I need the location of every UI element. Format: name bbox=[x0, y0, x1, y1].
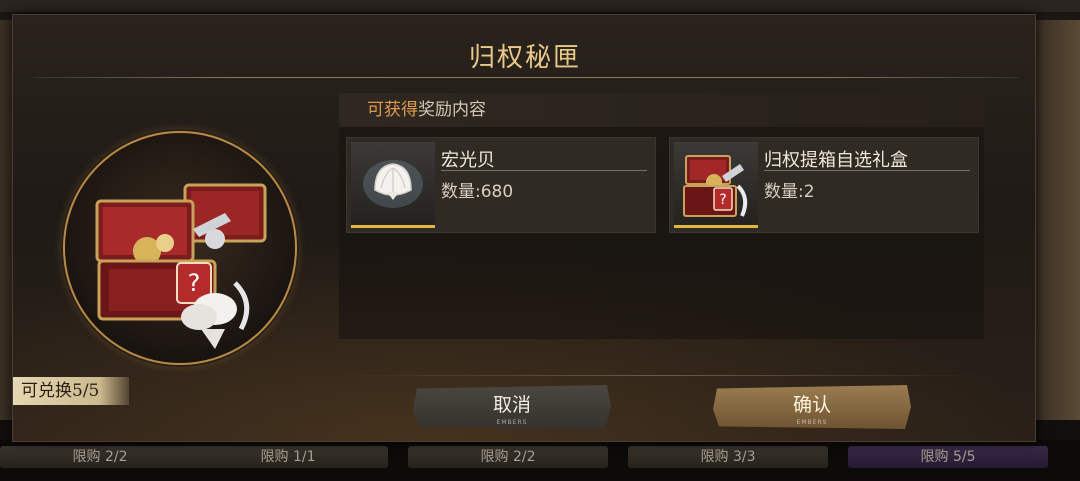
reward-thumb: ? bbox=[674, 142, 758, 228]
footer-divider bbox=[339, 375, 984, 376]
background-right-panel bbox=[1036, 20, 1080, 420]
reward-header-text: 奖励内容 bbox=[418, 100, 486, 120]
reward-item-quantity: 数量:680 bbox=[441, 182, 514, 202]
treasure-chest-icon: ? bbox=[683, 155, 748, 217]
svg-text:?: ? bbox=[188, 269, 201, 297]
reward-header: 可获得奖励内容 bbox=[339, 93, 984, 127]
dialog-title: 归权秘匣 bbox=[468, 43, 581, 73]
cancel-button[interactable]: 取消 EMBERS bbox=[413, 385, 611, 429]
reward-thumb bbox=[351, 142, 435, 228]
background-top-strip bbox=[0, 0, 1080, 12]
reward-item-divider bbox=[441, 170, 647, 171]
title-divider bbox=[33, 77, 1019, 78]
reward-header-highlight: 可获得 bbox=[367, 100, 418, 120]
reward-card-pearl[interactable]: 宏光贝 数量:680 bbox=[346, 137, 656, 233]
reward-dialog: 归权秘匣 ? 可兑换5/5 可获得奖励内容 宏光贝 数量:680 ? 归权提箱自… bbox=[12, 14, 1037, 442]
chest-preview-circle: ? bbox=[63, 131, 297, 365]
treasure-chest-icon: ? bbox=[95, 183, 267, 349]
reward-item-divider bbox=[764, 170, 970, 171]
shop-tab-limit-4[interactable]: 限购 3/3 bbox=[628, 446, 828, 468]
shop-tab-limit-1[interactable]: 限购 2/2 bbox=[0, 446, 200, 468]
reward-item-name: 宏光贝 bbox=[441, 150, 495, 171]
pearl-shell-icon bbox=[363, 160, 423, 208]
cancel-button-label: 取消 bbox=[492, 394, 531, 416]
cancel-button-sublabel: EMBERS bbox=[496, 419, 528, 426]
reward-card-chest[interactable]: ? 归权提箱自选礼盒 数量:2 bbox=[669, 137, 979, 233]
shop-tab-limit-5[interactable]: 限购 5/5 bbox=[848, 446, 1048, 468]
reward-item-quantity: 数量:2 bbox=[764, 182, 815, 202]
reward-item-name: 归权提箱自选礼盒 bbox=[764, 150, 908, 171]
svg-text:?: ? bbox=[719, 192, 726, 208]
confirm-button-label: 确认 bbox=[792, 394, 831, 416]
confirm-button-sublabel: EMBERS bbox=[796, 419, 828, 426]
confirm-button[interactable]: 确认 EMBERS bbox=[713, 385, 911, 429]
redeem-count-badge: 可兑换5/5 bbox=[13, 377, 129, 405]
shop-tab-limit-3[interactable]: 限购 2/2 bbox=[408, 446, 608, 468]
shop-tab-limit-2[interactable]: 限购 1/1 bbox=[188, 446, 388, 468]
